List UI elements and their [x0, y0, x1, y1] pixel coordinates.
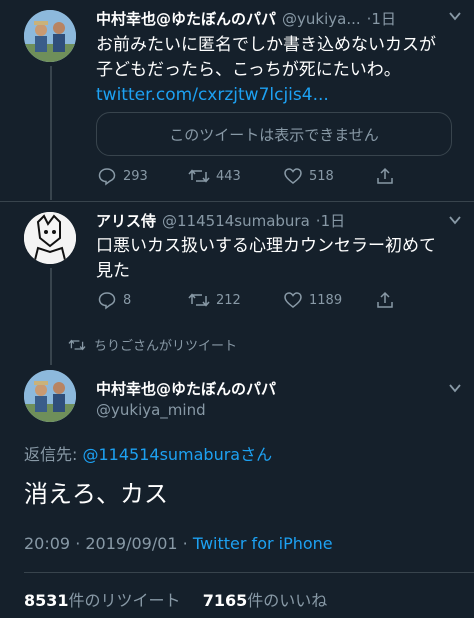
thread-line	[50, 66, 52, 200]
retweet-stat[interactable]: 8531件のリツイート	[24, 591, 181, 610]
divider	[0, 201, 474, 202]
reply-icon	[98, 168, 116, 186]
retweet-icon	[188, 293, 210, 307]
tweet2-retweet-count: 212	[216, 292, 241, 308]
tweet1-reply-button[interactable]: 293	[97, 166, 148, 186]
tweet1-retweet-button[interactable]: 443	[188, 166, 241, 186]
like-total: 7165	[202, 591, 248, 610]
retweet-total: 8531	[24, 591, 69, 610]
retweeted-by-banner[interactable]: ちりごさんがリツイート	[68, 335, 237, 354]
thread-line	[50, 268, 52, 365]
reply-to-prefix: 返信先:	[24, 445, 83, 464]
tweet2-author-name[interactable]: アリス侍	[96, 210, 156, 231]
tweet1-menu-icon[interactable]	[448, 8, 462, 27]
share-icon	[377, 167, 393, 184]
quote-unavailable-text: このツイートは表示できません	[169, 125, 379, 144]
avatar-illustration-icon	[24, 212, 76, 264]
tweet2-text-line1: 口悪いカス扱いする心理カウンセラー初めて	[96, 236, 436, 256]
tweet1-like-button[interactable]: 518	[283, 166, 334, 186]
tweet-meta: 20:09 · 2019/09/01 · Twitter for iPhone	[24, 534, 333, 553]
tweet2-like-button[interactable]: 1189	[283, 290, 342, 310]
main-tweet-text: 消えろ、カス	[24, 480, 168, 508]
engagement-stats: 8531件のリツイート 7165件のいいね	[24, 587, 327, 611]
tweet2-author-handle[interactable]: @114514sumabura	[162, 212, 310, 230]
tweet2-share-button[interactable]	[375, 290, 395, 310]
like-total-label: 件のいいね	[247, 591, 328, 610]
retweet-icon	[188, 169, 210, 183]
avatar-photo-icon	[24, 10, 76, 62]
main-author-handle[interactable]: @yukiya_mind	[96, 401, 206, 419]
retweeted-by-text: ちりごさんがリツイート	[94, 339, 238, 354]
tweet2-reply-count: 8	[123, 292, 132, 308]
avatar-photo-icon	[24, 370, 76, 422]
retweet-total-label: 件のリツイート	[68, 591, 181, 610]
tweet2-like-count: 1189	[309, 292, 343, 308]
main-tweet-menu-icon[interactable]	[448, 380, 462, 399]
tweet1-text: お前みたいに匿名でしか書き込めないカスが 子どもだったら、こっちが死にたいわ。 …	[96, 33, 466, 108]
avatar-nakamura[interactable]	[24, 10, 76, 62]
quote-tweet-unavailable-card: このツイートは表示できません	[96, 112, 452, 156]
heart-icon	[284, 168, 302, 184]
tweet1-text-line1: お前みたいに匿名でしか書き込めないカスが	[96, 35, 436, 55]
like-stat[interactable]: 7165件のいいね	[203, 591, 328, 610]
tweet1-retweet-count: 443	[216, 168, 241, 184]
tweet-timestamp[interactable]: 20:09 · 2019/09/01 ·	[24, 534, 193, 553]
tweet2-time[interactable]: ·1日	[316, 210, 345, 231]
heart-icon	[284, 292, 302, 308]
tweet1-author-name[interactable]: 中村幸也@ゆたぼんのパパ	[96, 8, 276, 29]
tweet1-time[interactable]: ·1日	[367, 8, 396, 29]
tweet1-like-count: 518	[309, 168, 334, 184]
tweet1-author-handle[interactable]: @yukiya...	[282, 10, 361, 28]
divider	[24, 572, 474, 573]
avatar-nakamura-main[interactable]	[24, 370, 76, 422]
tweet2-menu-icon[interactable]	[448, 212, 462, 231]
tweet1-share-button[interactable]	[375, 166, 395, 186]
reply-to-handle[interactable]: @114514sumaburaさん	[82, 445, 272, 464]
tweet-source-link[interactable]: Twitter for iPhone	[193, 534, 333, 553]
tweet1-reply-count: 293	[123, 168, 148, 184]
main-author-name[interactable]: 中村幸也@ゆたぼんのパパ	[96, 378, 276, 399]
tweet2-reply-button[interactable]: 8	[97, 290, 131, 310]
tweet2-retweet-button[interactable]: 212	[188, 290, 241, 310]
tweet2-text: 口悪いカス扱いする心理カウンセラー初めて 見た	[96, 234, 466, 284]
share-icon	[377, 291, 393, 308]
tweet2-text-line2: 見た	[96, 261, 130, 281]
tweet1-text-line2: 子どもだったら、こっちが死にたいわ。	[96, 60, 401, 80]
retweet-icon	[68, 339, 86, 350]
reply-icon	[98, 292, 116, 310]
tweet1-link[interactable]: twitter.com/cxrzjtw7lcjis4...	[96, 83, 466, 108]
reply-to-line: 返信先: @114514sumaburaさん	[24, 441, 272, 465]
avatar-alice-samurai[interactable]	[24, 212, 76, 264]
